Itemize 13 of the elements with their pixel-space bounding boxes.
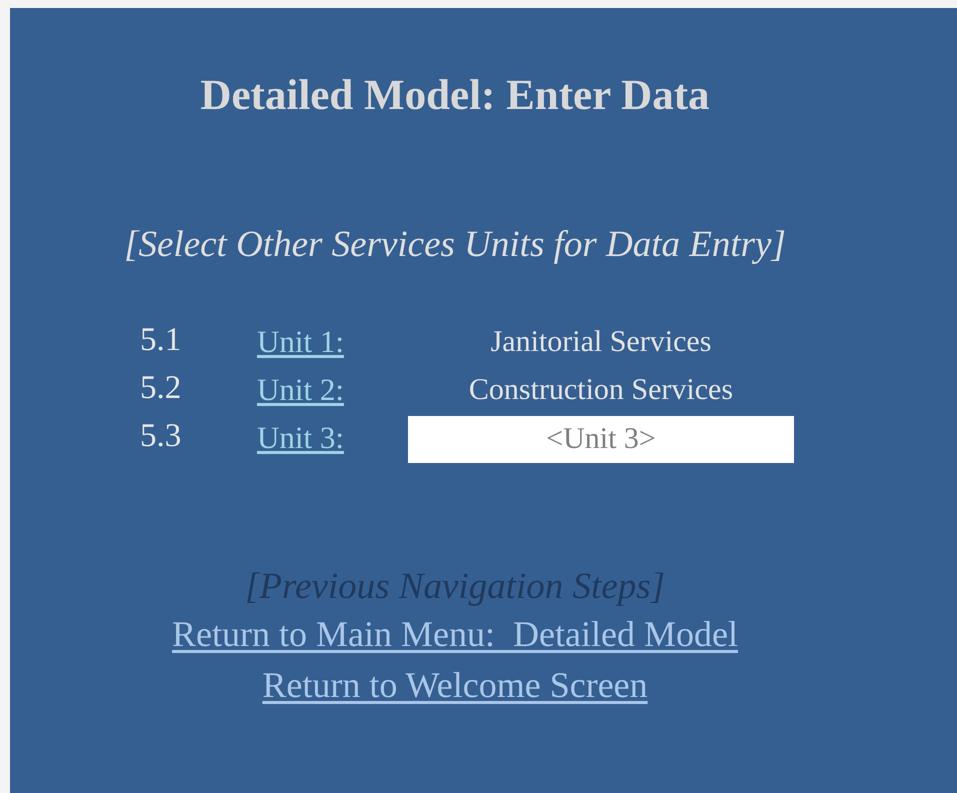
unit-link[interactable]: Unit 1: <box>257 324 344 360</box>
unit-link[interactable]: Unit 3: <box>257 420 344 456</box>
unit-link[interactable]: Unit 2: <box>257 372 344 408</box>
section-heading: [Select Other Services Units for Data Entry] <box>124 223 786 268</box>
page-title: Detailed Model: Enter Data <box>200 72 710 120</box>
unit-name-field[interactable]: <Unit 3> <box>408 416 794 463</box>
section-number: 5.3 <box>140 420 182 453</box>
navigation-link[interactable]: Return to Welcome Screen <box>262 660 648 712</box>
section-number: 5.2 <box>140 372 182 405</box>
navigation-link[interactable]: Return to Main Menu: Detailed Model <box>172 609 738 660</box>
unit-name: Construction Services <box>468 372 734 407</box>
unit-name: Janitorial Services <box>490 324 712 359</box>
section-number: 5.1 <box>140 324 182 357</box>
